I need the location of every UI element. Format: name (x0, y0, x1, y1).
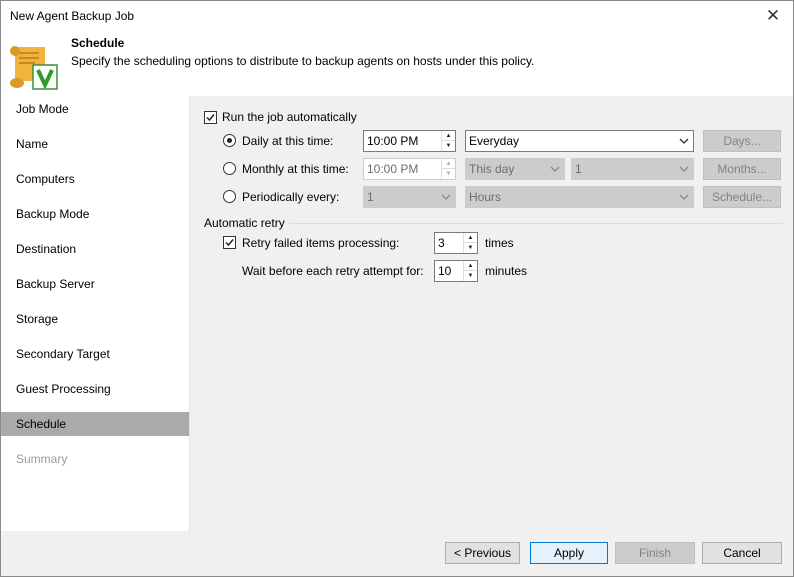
nav-item-summary: Summary (16, 452, 68, 466)
daily-days-select[interactable]: Everyday (465, 130, 694, 152)
periodic-unit-value: Hours (469, 190, 502, 204)
monthly-day-select: 1 (571, 158, 694, 180)
retry-failed-label: Retry failed items processing: (242, 236, 400, 250)
spin-down-icon[interactable]: ▼ (442, 141, 455, 151)
retry-count-input[interactable]: 3 ▲ ▼ (434, 232, 478, 254)
spin-up-icon[interactable]: ▲ (442, 131, 455, 141)
previous-button[interactable]: < Previous (445, 542, 520, 564)
nav-item-name[interactable]: Name (1, 132, 189, 156)
monthly-radio[interactable] (223, 162, 236, 175)
retry-wait-input[interactable]: 10 ▲ ▼ (434, 260, 478, 282)
chevron-down-icon (441, 194, 451, 200)
months-button: Months... (703, 158, 781, 180)
wizard-header: Schedule Specify the scheduling options … (1, 31, 793, 96)
daily-time-value: 10:00 PM (367, 134, 419, 148)
radio-selected-dot (227, 138, 232, 143)
finish-button: Finish (615, 542, 695, 564)
monthly-day-value: 1 (575, 162, 582, 176)
group-divider (289, 223, 783, 224)
periodic-interval-value: 1 (367, 190, 374, 204)
monthly-time-input: 10:00 PM ▲ ▼ (363, 158, 456, 180)
nav-item-storage[interactable]: Storage (1, 307, 189, 331)
wizard-steps-nav: Job Mode Name Computers Backup Mode Dest… (1, 96, 190, 531)
periodically-label: Periodically every: (242, 190, 340, 204)
chevron-down-icon (679, 138, 689, 144)
retry-count-spinner[interactable]: ▲ ▼ (463, 233, 477, 253)
nav-item-guest-processing[interactable]: Guest Processing (1, 377, 189, 401)
nav-item-schedule[interactable]: Schedule (1, 412, 189, 436)
spin-down-icon[interactable]: ▼ (464, 271, 477, 281)
monthly-week-value: This day (469, 162, 515, 176)
nav-item-backup-server[interactable]: Backup Server (1, 272, 189, 296)
spin-down-icon[interactable]: ▼ (464, 243, 477, 253)
title-bar: New Agent Backup Job ✕ (1, 1, 793, 31)
schedule-button: Schedule... (703, 186, 781, 208)
close-icon[interactable]: ✕ (761, 5, 785, 27)
retry-failed-checkbox[interactable] (223, 236, 236, 249)
automatic-retry-group-label: Automatic retry (204, 216, 285, 230)
schedule-panel: Run the job automatically Daily at this … (191, 96, 793, 531)
retry-count-unit: times (485, 236, 514, 250)
run-automatically-checkbox[interactable] (204, 111, 217, 124)
retry-wait-value: 10 (438, 264, 452, 278)
check-icon (225, 239, 234, 247)
retry-wait-spinner[interactable]: ▲ ▼ (463, 261, 477, 281)
chevron-down-icon (550, 166, 560, 172)
cancel-button[interactable]: Cancel (702, 542, 782, 564)
retry-wait-unit: minutes (485, 264, 528, 278)
spin-up-icon[interactable]: ▲ (464, 261, 477, 271)
check-icon (206, 114, 215, 122)
nav-item-job-mode[interactable]: Job Mode (1, 97, 189, 121)
window-title: New Agent Backup Job (10, 9, 135, 23)
spin-up-icon[interactable]: ▲ (464, 233, 477, 243)
chevron-down-icon (679, 194, 689, 200)
nav-item-secondary-target[interactable]: Secondary Target (1, 342, 189, 366)
daily-days-value: Everyday (469, 134, 520, 148)
page-title: Schedule (71, 36, 125, 50)
monthly-week-select: This day (465, 158, 565, 180)
monthly-time-spinner: ▲ ▼ (441, 159, 455, 179)
spin-up-icon: ▲ (442, 159, 455, 169)
wizard-footer: < Previous Apply Finish Cancel (1, 531, 793, 576)
periodic-interval-select: 1 (363, 186, 456, 208)
daily-radio[interactable] (223, 134, 236, 147)
apply-button[interactable]: Apply (530, 542, 608, 564)
monthly-time-value: 10:00 PM (367, 162, 419, 176)
schedule-scroll-icon (10, 46, 58, 90)
page-description: Specify the scheduling options to distri… (71, 54, 535, 68)
daily-label: Daily at this time: (242, 134, 334, 148)
nav-item-destination[interactable]: Destination (1, 237, 189, 261)
run-automatically-label: Run the job automatically (222, 110, 357, 124)
daily-time-input[interactable]: 10:00 PM ▲ ▼ (363, 130, 456, 152)
days-button: Days... (703, 130, 781, 152)
nav-item-backup-mode[interactable]: Backup Mode (1, 202, 189, 226)
dialog-window: New Agent Backup Job ✕ Schedule Specify … (0, 0, 794, 577)
periodic-unit-select: Hours (465, 186, 694, 208)
retry-wait-label: Wait before each retry attempt for: (242, 264, 424, 278)
monthly-label: Monthly at this time: (242, 162, 349, 176)
daily-time-spinner[interactable]: ▲ ▼ (441, 131, 455, 151)
periodically-radio[interactable] (223, 190, 236, 203)
spin-down-icon: ▼ (445, 171, 452, 177)
nav-item-computers[interactable]: Computers (1, 167, 189, 191)
retry-count-value: 3 (438, 236, 445, 250)
chevron-down-icon (679, 166, 689, 172)
